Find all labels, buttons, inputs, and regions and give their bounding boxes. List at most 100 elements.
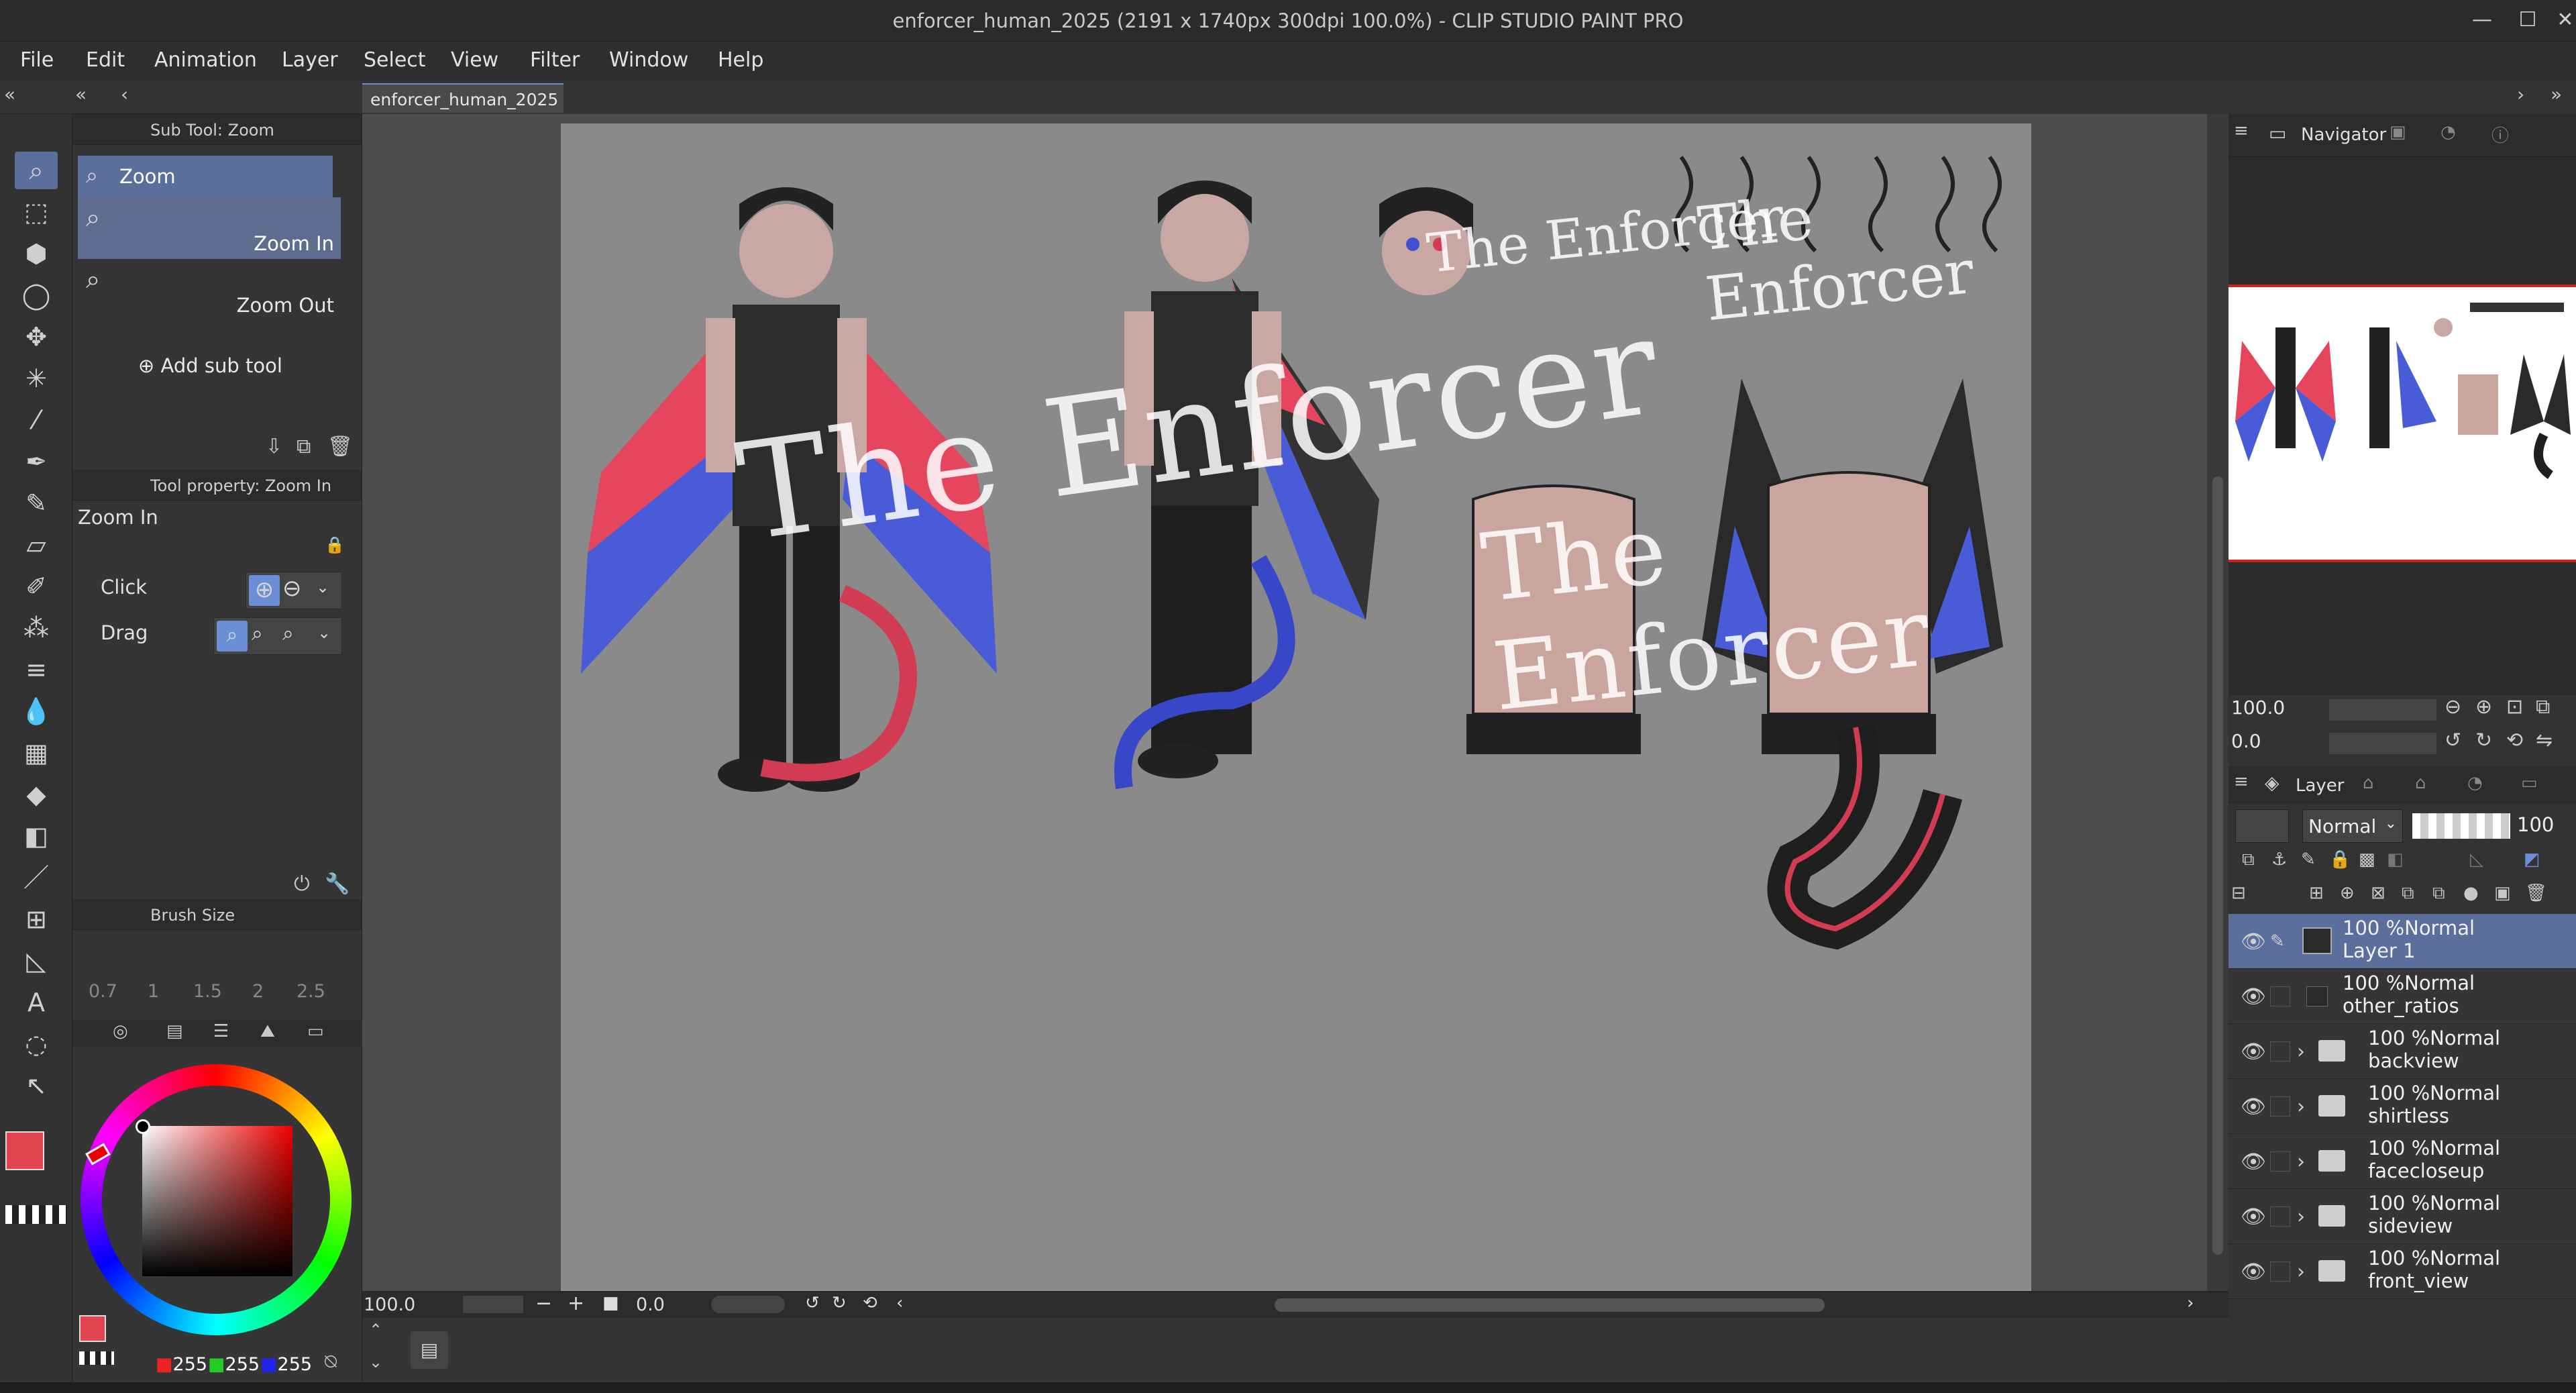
color-slider-tab-icon[interactable]: ☰	[213, 1021, 229, 1041]
intermediate-color-tab-icon[interactable]: ▭	[307, 1021, 324, 1041]
sub-tool-item-zoom-out[interactable]: ⌕ Zoom Out	[78, 259, 341, 321]
fill-tool-icon[interactable]: ◆	[15, 776, 58, 813]
layer-panel-title[interactable]: Layer	[2296, 776, 2345, 796]
maximize-button[interactable]: ☐	[2509, 5, 2546, 35]
trash-icon[interactable]: 🗑	[327, 435, 353, 458]
airbrush-tool-icon[interactable]: ⁂	[15, 609, 58, 647]
actual-size-icon[interactable]: ⊡	[2506, 695, 2523, 719]
decoration-tool-icon[interactable]: ≡	[15, 651, 58, 688]
pen-icon[interactable]: ✎	[2270, 931, 2290, 951]
zoom-value[interactable]: 100.0	[364, 1294, 415, 1315]
close-window-button[interactable]: ✕	[2546, 5, 2576, 35]
balloon-tool-icon[interactable]: ◌	[15, 1025, 58, 1063]
color-set-tab-icon[interactable]: ▤	[166, 1021, 183, 1041]
chevron-right-icon[interactable]: ›	[2297, 1040, 2305, 1064]
sub-view-tab-icon[interactable]: ▣	[2390, 122, 2406, 142]
layer-name[interactable]: Layer 1	[2343, 939, 2416, 962]
menu-edit[interactable]: Edit	[86, 48, 125, 72]
menu-animation[interactable]: Animation	[154, 48, 257, 72]
chevron-down-icon[interactable]: ⌄	[317, 623, 331, 642]
apply-mask-icon[interactable]: ▣	[2494, 883, 2511, 903]
scroll-right-icon[interactable]: ›	[2187, 1293, 2194, 1313]
frame-tool-icon[interactable]: ⊞	[15, 900, 58, 938]
object-tool-icon[interactable]: ⬢	[15, 235, 58, 272]
chevron-right-icon[interactable]: ›	[2297, 1150, 2305, 1174]
chevron-left-icon[interactable]: ‹	[121, 83, 128, 105]
brush-size-option[interactable]: 2.5	[297, 981, 325, 1002]
operation-tool-icon[interactable]: ⬚	[15, 193, 58, 231]
menu-filter[interactable]: Filter	[530, 48, 580, 72]
blend-mode-dropdown[interactable]: Normal ⌄	[2302, 809, 2403, 843]
menu-select[interactable]: Select	[364, 48, 426, 72]
collapse-subtool-icon[interactable]: «	[75, 83, 87, 105]
eye-icon[interactable]: 👁	[2241, 985, 2266, 1009]
rotate-right-icon[interactable]: ↻	[832, 1293, 847, 1313]
collapse-left-icon[interactable]: «	[4, 83, 15, 105]
zoom-slider[interactable]	[463, 1296, 523, 1313]
layer-row-shirtless[interactable]: 👁 › 100 %Normal shirtless	[2229, 1079, 2576, 1134]
info-tab-icon[interactable]: ⓘ	[2491, 122, 2509, 147]
navigator-zoom-value[interactable]: 100.0	[2231, 696, 2285, 719]
transfer-down-icon[interactable]: ⧉	[2402, 883, 2414, 904]
draft-layer-icon[interactable]: ✎	[2301, 849, 2316, 870]
layer-name[interactable]: other_ratios	[2343, 994, 2459, 1017]
pen-icon[interactable]	[2270, 986, 2290, 1007]
opacity-value[interactable]: 100	[2517, 813, 2554, 836]
zoom-in-circle-icon[interactable]: ⊕	[2475, 695, 2492, 719]
layer-search-tab-icon[interactable]: ⌂	[2363, 773, 2374, 793]
chevron-right-icon[interactable]: ›	[2517, 83, 2524, 105]
drag-zoom-icon[interactable]: ⌕	[217, 621, 248, 652]
layer-row-layer-1[interactable]: 👁 ✎ 100 %Normal Layer 1	[2229, 914, 2576, 969]
fit-screen-icon[interactable]: ⧉	[2536, 695, 2550, 719]
pen-icon[interactable]	[2270, 1261, 2290, 1282]
reset-rotation-icon[interactable]: ⟲	[863, 1293, 877, 1313]
layer-row-other-ratios[interactable]: 👁 100 %Normal other_ratios	[2229, 969, 2576, 1024]
horizontal-scroll-thumb[interactable]	[1275, 1298, 1825, 1312]
pen-icon[interactable]	[2270, 1206, 2290, 1227]
chevron-right-icon[interactable]: ›	[2297, 1095, 2305, 1119]
layer-color-icon[interactable]: ◩	[2524, 849, 2540, 870]
new-vector-layer-icon[interactable]: ⊕	[2340, 883, 2355, 903]
eye-icon[interactable]: 👁	[2241, 1040, 2266, 1064]
navigator-preview[interactable]	[2229, 285, 2576, 562]
wrench-icon[interactable]: 🔧	[325, 872, 350, 896]
panel-menu-icon[interactable]: ≡	[2234, 772, 2249, 792]
opacity-slider[interactable]	[2412, 813, 2510, 839]
layer-property-tab-icon[interactable]: ◔	[2440, 122, 2456, 142]
eye-icon[interactable]: 👁	[2241, 1205, 2266, 1229]
animation-cels-tab-icon[interactable]: ⌂	[2415, 773, 2426, 793]
minimize-button[interactable]: —	[2463, 5, 2501, 35]
panel-menu-icon[interactable]: ≡	[2234, 121, 2249, 141]
gradient-tool-icon[interactable]: ◧	[15, 817, 58, 855]
blend-tool-icon[interactable]: 💧	[15, 692, 58, 730]
reset-icon[interactable]: ⏻	[294, 872, 310, 896]
brush-size-option[interactable]: 1.5	[193, 981, 222, 1002]
pen-icon[interactable]	[2270, 1041, 2290, 1062]
vertical-scroll-thumb[interactable]	[2212, 476, 2223, 1255]
eye-icon[interactable]: 👁	[2241, 930, 2266, 953]
chevron-right-icon[interactable]: ›	[2297, 1260, 2305, 1284]
zoom-in-circle-icon[interactable]: ⊕	[249, 575, 280, 606]
drag-mode-selector[interactable]: ⌕ ⌕ ⌕ ⌄	[213, 617, 342, 655]
eye-icon[interactable]: 👁	[2241, 1095, 2266, 1119]
expression-color-dropdown[interactable]	[2235, 809, 2289, 843]
layer-view-icon[interactable]: ⊟	[2231, 883, 2246, 903]
clip-icon[interactable]: ⧉	[2242, 849, 2255, 870]
navigator-zoom-slider[interactable]	[2329, 699, 2436, 721]
pen-icon[interactable]	[2270, 1096, 2290, 1117]
drawing-canvas[interactable]: The Enforcer The Enforcer The Enforcer T…	[561, 123, 2031, 1291]
chevron-down-icon[interactable]: ⌄	[369, 1353, 382, 1372]
eyedropper-tool-icon[interactable]: ⁄	[15, 401, 58, 439]
rotate-left-icon[interactable]: ↺	[805, 1293, 820, 1313]
vertical-scrollbar[interactable]	[2207, 114, 2229, 1291]
delete-layer-icon[interactable]: 🗑	[2525, 883, 2547, 903]
zoom-out-circle-icon[interactable]: ⊖	[282, 575, 302, 602]
import-icon[interactable]: ⇩	[266, 435, 282, 458]
tone-tool-icon[interactable]: ▦	[15, 734, 58, 772]
text-tool-icon[interactable]: A	[15, 984, 58, 1021]
zoom-out-circle-icon[interactable]: ⊖	[2445, 695, 2461, 719]
color-mode-icon[interactable]: ⍉	[325, 1350, 337, 1374]
merge-down-icon[interactable]: ⧉	[2432, 883, 2445, 904]
rotate-slider[interactable]	[711, 1296, 785, 1313]
brush-size-option[interactable]: 1	[148, 981, 159, 1002]
